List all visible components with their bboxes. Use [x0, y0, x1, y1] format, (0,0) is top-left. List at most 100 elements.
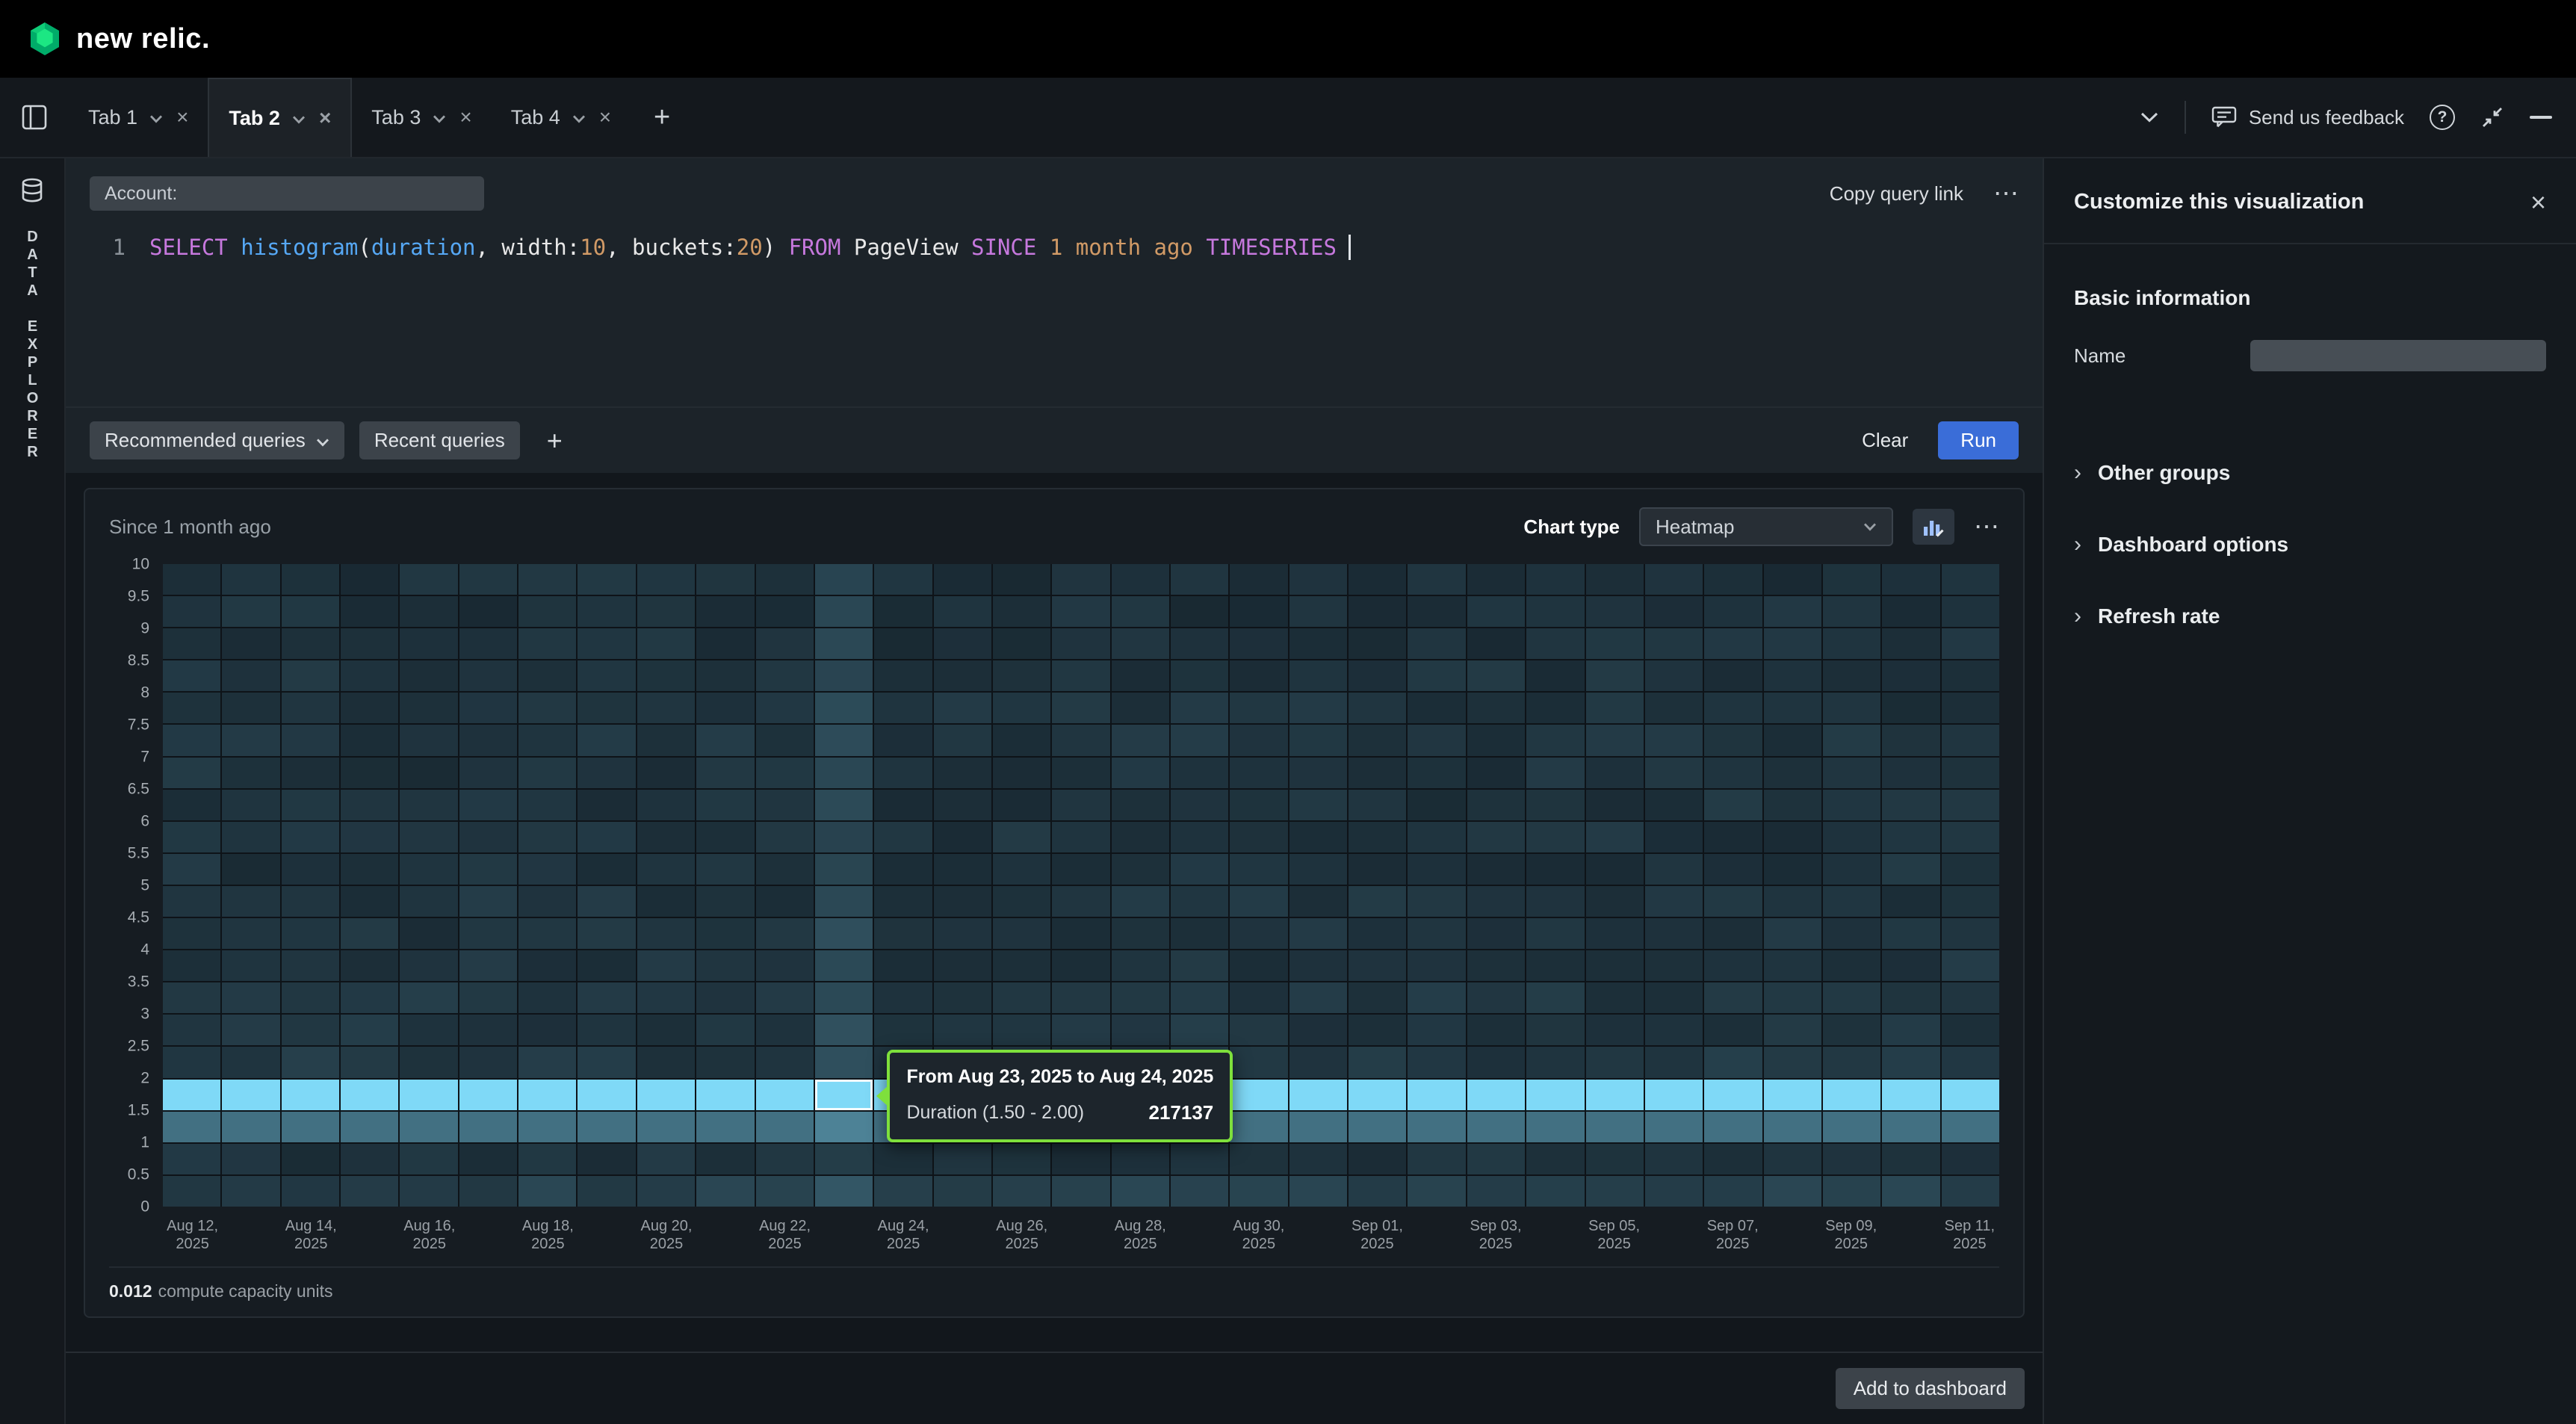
heatmap-cell[interactable] — [1942, 758, 1999, 788]
heatmap-cell[interactable] — [459, 725, 517, 755]
heatmap-cell[interactable] — [637, 1015, 695, 1045]
heatmap-cell[interactable] — [1645, 790, 1703, 820]
heatmap-cell[interactable] — [1349, 1176, 1406, 1207]
heatmap-cell[interactable] — [1704, 1176, 1762, 1207]
heatmap-cell[interactable] — [1171, 822, 1228, 852]
heatmap-cell[interactable] — [1526, 1176, 1584, 1207]
heatmap-cell[interactable] — [1645, 564, 1703, 595]
heatmap-cell[interactable] — [1112, 1176, 1169, 1207]
heatmap-cell[interactable] — [163, 1015, 220, 1045]
heatmap-cell[interactable] — [1289, 1176, 1347, 1207]
heatmap-cell[interactable] — [400, 564, 457, 595]
heatmap-cell[interactable] — [1704, 886, 1762, 917]
heatmap-cell[interactable] — [815, 725, 873, 755]
heatmap-cell[interactable] — [1764, 1047, 1821, 1077]
heatmap-cell[interactable] — [993, 918, 1050, 949]
heatmap-cell[interactable] — [578, 596, 635, 627]
heatmap-cell[interactable] — [1882, 628, 1939, 659]
heatmap-cell[interactable] — [1823, 660, 1880, 691]
chevron-down-icon[interactable] — [149, 114, 163, 123]
heatmap-cell[interactable] — [1467, 822, 1525, 852]
heatmap-cell[interactable] — [1349, 854, 1406, 885]
heatmap-cell[interactable] — [1823, 628, 1880, 659]
heatmap-cell[interactable] — [1171, 1176, 1228, 1207]
heatmap-cell[interactable] — [400, 628, 457, 659]
heatmap-cell[interactable] — [637, 1112, 695, 1142]
heatmap-cell[interactable] — [696, 564, 754, 595]
heatmap-cell[interactable] — [400, 918, 457, 949]
heatmap-cell[interactable] — [1171, 950, 1228, 981]
heatmap-cell[interactable] — [341, 886, 398, 917]
heatmap-cell[interactable] — [222, 564, 279, 595]
heatmap-cell[interactable] — [1052, 725, 1109, 755]
heatmap-cell[interactable] — [282, 564, 339, 595]
heatmap-cell[interactable] — [637, 1144, 695, 1174]
heatmap-cell[interactable] — [1942, 886, 1999, 917]
heatmap-cell[interactable] — [1942, 854, 1999, 885]
heatmap-cell[interactable] — [1704, 628, 1762, 659]
recent-queries-button[interactable]: Recent queries — [359, 421, 520, 459]
heatmap-cell[interactable] — [1230, 596, 1287, 627]
heatmap-cell[interactable] — [1349, 886, 1406, 917]
heatmap-cell[interactable] — [578, 822, 635, 852]
heatmap-cell[interactable] — [1645, 596, 1703, 627]
heatmap-cell[interactable] — [518, 1015, 576, 1045]
section-refresh-rate[interactable]: ›Refresh rate — [2044, 581, 2576, 652]
heatmap-cell[interactable] — [1645, 886, 1703, 917]
heatmap-cell[interactable] — [1823, 1047, 1880, 1077]
heatmap-cell[interactable] — [934, 982, 991, 1013]
edit-chart-button[interactable] — [1913, 509, 1954, 545]
heatmap-cell[interactable] — [1882, 693, 1939, 723]
heatmap-cell[interactable] — [874, 628, 932, 659]
heatmap-cell[interactable] — [1052, 693, 1109, 723]
heatmap-cell[interactable] — [1408, 1015, 1465, 1045]
heatmap-cell[interactable] — [163, 1144, 220, 1174]
heatmap-cell[interactable] — [341, 564, 398, 595]
heatmap-cell[interactable] — [1467, 982, 1525, 1013]
heatmap-cell[interactable] — [1171, 564, 1228, 595]
heatmap-cell[interactable] — [815, 596, 873, 627]
heatmap-cell[interactable] — [815, 950, 873, 981]
heatmap-cell[interactable] — [1942, 790, 1999, 820]
heatmap-cell[interactable] — [756, 1080, 814, 1110]
heatmap-cell[interactable] — [696, 790, 754, 820]
heatmap-cell[interactable] — [1764, 1015, 1821, 1045]
heatmap-cell[interactable] — [1586, 693, 1644, 723]
heatmap-cell[interactable] — [459, 854, 517, 885]
heatmap-cell[interactable] — [1823, 950, 1880, 981]
heatmap-cell[interactable] — [637, 758, 695, 788]
heatmap-cell[interactable] — [1704, 1112, 1762, 1142]
heatmap-cell[interactable] — [1408, 790, 1465, 820]
heatmap-cell[interactable] — [1526, 822, 1584, 852]
heatmap-cell[interactable] — [1408, 982, 1465, 1013]
heatmap-cell[interactable] — [637, 693, 695, 723]
heatmap-cell[interactable] — [1645, 1080, 1703, 1110]
heatmap-cell[interactable] — [696, 725, 754, 755]
heatmap-cell[interactable] — [1289, 628, 1347, 659]
heatmap-cell[interactable] — [400, 886, 457, 917]
heatmap-cell[interactable] — [1704, 790, 1762, 820]
heatmap-cell[interactable] — [222, 596, 279, 627]
heatmap-cell[interactable] — [282, 1176, 339, 1207]
heatmap-cell[interactable] — [1882, 854, 1939, 885]
heatmap-cell[interactable] — [1467, 758, 1525, 788]
heatmap-cell[interactable] — [1349, 1080, 1406, 1110]
heatmap-cell[interactable] — [1408, 1080, 1465, 1110]
heatmap-cell[interactable] — [1823, 564, 1880, 595]
heatmap-cell[interactable] — [934, 886, 991, 917]
heatmap-cell[interactable] — [163, 596, 220, 627]
heatmap-cell[interactable] — [815, 886, 873, 917]
heatmap-cell[interactable] — [222, 918, 279, 949]
heatmap-cell[interactable] — [163, 790, 220, 820]
heatmap-cell[interactable] — [1052, 854, 1109, 885]
heatmap-cell[interactable] — [1408, 693, 1465, 723]
heatmap-cell[interactable] — [1764, 628, 1821, 659]
heatmap-cell[interactable] — [696, 596, 754, 627]
heatmap-cell[interactable] — [459, 1176, 517, 1207]
heatmap-cell[interactable] — [1645, 693, 1703, 723]
heatmap-cell[interactable] — [1764, 822, 1821, 852]
heatmap-cell[interactable] — [1882, 1176, 1939, 1207]
tab-tab-3[interactable]: Tab 3× — [352, 78, 491, 157]
heatmap-cell[interactable] — [400, 1112, 457, 1142]
heatmap-cell[interactable] — [1942, 693, 1999, 723]
